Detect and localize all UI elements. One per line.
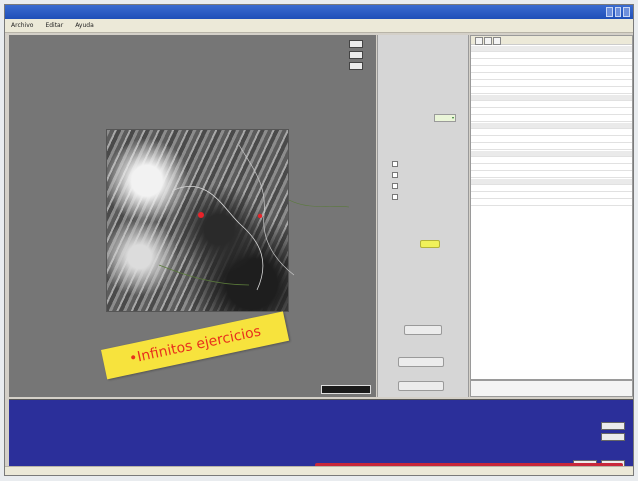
property-grid[interactable] xyxy=(470,35,633,380)
property-row[interactable] xyxy=(471,186,632,192)
property-row[interactable] xyxy=(471,74,632,80)
application-window: Archivo Editar Ayuda ▾ xyxy=(4,4,634,476)
property-row[interactable] xyxy=(471,109,632,115)
property-group-header[interactable] xyxy=(471,95,632,101)
property-description xyxy=(470,380,633,397)
property-row[interactable] xyxy=(471,137,632,143)
property-row[interactable] xyxy=(471,158,632,164)
road-line-east xyxy=(288,199,350,208)
road-line xyxy=(158,264,250,286)
checkbox-icon xyxy=(392,194,398,200)
property-toolbar xyxy=(471,36,632,45)
observer-point-marker[interactable] xyxy=(198,212,204,218)
contour-line xyxy=(238,144,295,276)
checkbox-icon xyxy=(392,183,398,189)
sort-alphabetical-icon[interactable] xyxy=(484,37,492,45)
maximize-button[interactable] xyxy=(614,7,622,17)
menu-bar: Archivo Editar Ayuda xyxy=(5,19,633,33)
property-row[interactable] xyxy=(471,144,632,150)
menu-editar[interactable]: Editar xyxy=(45,22,63,29)
menu-ayuda[interactable]: Ayuda xyxy=(75,22,94,29)
sort-categorized-icon[interactable] xyxy=(475,37,483,45)
property-group-header[interactable] xyxy=(471,179,632,185)
output-console[interactable] xyxy=(9,399,633,470)
target-point-marker[interactable] xyxy=(257,213,263,219)
display-mode-select[interactable]: ▾ xyxy=(434,114,456,122)
menu-archivo[interactable]: Archivo xyxy=(11,22,33,29)
property-row[interactable] xyxy=(471,130,632,136)
property-group-header[interactable] xyxy=(471,46,632,52)
coordinate-readout xyxy=(321,385,371,394)
property-row[interactable] xyxy=(471,88,632,94)
property-row[interactable] xyxy=(471,172,632,178)
property-row[interactable] xyxy=(471,53,632,59)
checkbox-option-1[interactable] xyxy=(392,161,401,168)
property-group-header[interactable] xyxy=(471,123,632,129)
console-button-2[interactable] xyxy=(601,433,625,441)
checkbox-icon xyxy=(392,161,398,167)
window-controls xyxy=(606,7,631,17)
property-row[interactable] xyxy=(471,60,632,66)
property-row[interactable] xyxy=(471,200,632,206)
close-button[interactable] xyxy=(623,7,631,17)
status-bar xyxy=(5,466,633,475)
action-button-2[interactable] xyxy=(398,357,444,367)
property-row[interactable] xyxy=(471,116,632,122)
checkbox-icon xyxy=(392,172,398,178)
selector-button[interactable] xyxy=(420,240,440,248)
action-button-3[interactable] xyxy=(398,381,444,391)
property-row[interactable] xyxy=(471,67,632,73)
river-line xyxy=(173,186,264,291)
property-row[interactable] xyxy=(471,102,632,108)
control-panel: ▾ xyxy=(377,35,469,397)
property-row[interactable] xyxy=(471,193,632,199)
title-bar[interactable] xyxy=(5,5,633,19)
minimize-button[interactable] xyxy=(606,7,613,17)
action-button-1[interactable] xyxy=(404,325,442,335)
property-pages-icon[interactable] xyxy=(493,37,501,45)
chevron-down-icon: ▾ xyxy=(451,115,454,120)
property-row[interactable] xyxy=(471,81,632,87)
property-row[interactable] xyxy=(471,165,632,171)
checkbox-option-4[interactable] xyxy=(392,194,401,201)
checkbox-option-3[interactable] xyxy=(392,183,401,190)
property-group-header[interactable] xyxy=(471,151,632,157)
console-button-1[interactable] xyxy=(601,422,625,430)
checkbox-option-2[interactable] xyxy=(392,172,401,179)
